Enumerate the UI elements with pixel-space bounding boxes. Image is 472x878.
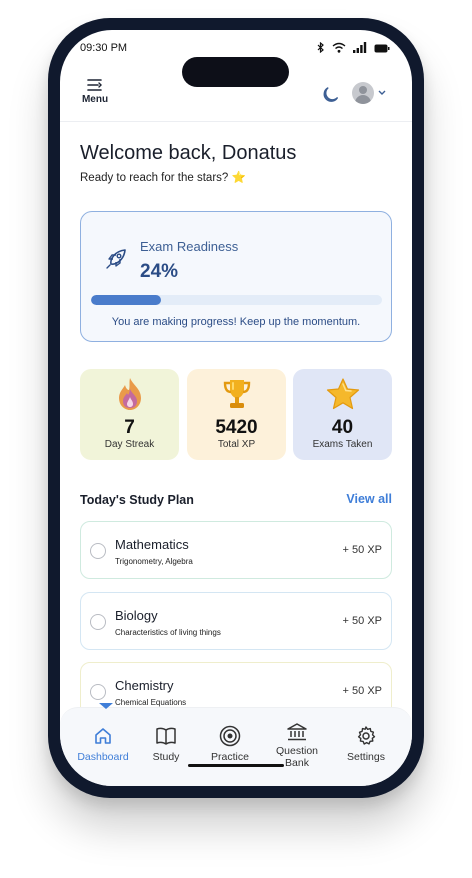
nav-label: Study bbox=[152, 751, 180, 763]
menu-button[interactable]: Menu bbox=[80, 78, 110, 105]
target-icon bbox=[205, 724, 255, 748]
menu-label: Menu bbox=[81, 94, 109, 105]
exam-readiness-card[interactable]: Exam Readiness 24% You are making progre… bbox=[80, 211, 392, 342]
stat-exams-taken[interactable]: 40 Exams Taken bbox=[293, 369, 392, 460]
chevron-down-icon bbox=[378, 90, 386, 95]
star-icon bbox=[293, 377, 392, 411]
trophy-icon bbox=[187, 377, 286, 411]
rocket-icon bbox=[106, 249, 126, 269]
readiness-progress-fill bbox=[91, 295, 161, 305]
task-checkbox[interactable] bbox=[90, 543, 106, 559]
task-xp: + 50 XP bbox=[342, 615, 382, 627]
task-title: Chemistry bbox=[115, 678, 174, 693]
task-title: Biology bbox=[115, 608, 158, 623]
bank-icon bbox=[270, 720, 324, 744]
study-task-item[interactable]: Biology Characteristics of living things… bbox=[80, 592, 392, 650]
nav-label-line1: Question bbox=[275, 745, 319, 757]
stat-label: Total XP bbox=[217, 439, 256, 450]
study-plan-title: Today's Study Plan bbox=[80, 493, 194, 507]
welcome-title: Welcome back, Donatus bbox=[80, 142, 297, 164]
study-task-item[interactable]: Mathematics Trigonometry, Algebra + 50 X… bbox=[80, 521, 392, 579]
readiness-label: Exam Readiness bbox=[140, 239, 239, 254]
active-tab-indicator bbox=[99, 703, 113, 709]
profile-menu-button[interactable] bbox=[352, 82, 386, 104]
status-icons bbox=[317, 40, 390, 58]
header-divider bbox=[60, 121, 412, 122]
nav-dashboard[interactable]: Dashboard bbox=[74, 724, 132, 764]
app-screen: 09:30 PM Menu Welcome back, Donatus Read… bbox=[60, 30, 412, 786]
nav-study[interactable]: Study bbox=[146, 724, 186, 764]
wifi-icon bbox=[332, 40, 346, 58]
nav-label: Dashboard bbox=[77, 751, 129, 763]
theme-toggle-button[interactable] bbox=[322, 84, 342, 109]
task-xp: + 50 XP bbox=[342, 544, 382, 556]
stat-day-streak[interactable]: 7 Day Streak bbox=[80, 369, 179, 460]
signal-icon bbox=[353, 40, 367, 58]
nav-practice[interactable]: Practice bbox=[205, 724, 255, 764]
task-subtitle: Trigonometry, Algebra bbox=[115, 557, 193, 566]
moon-icon bbox=[323, 87, 338, 102]
task-title: Mathematics bbox=[115, 537, 189, 552]
welcome-subtitle: Ready to reach for the stars? ⭐ bbox=[80, 172, 246, 184]
dynamic-island bbox=[182, 57, 289, 87]
home-icon bbox=[74, 724, 132, 748]
bottom-navigation: Dashboard Study Practice Question Bank S… bbox=[60, 703, 412, 786]
gear-icon bbox=[341, 724, 391, 748]
readiness-progress-bar bbox=[91, 295, 382, 305]
nav-label: Practice bbox=[211, 751, 249, 763]
task-xp: + 50 XP bbox=[342, 685, 382, 697]
book-icon bbox=[146, 724, 186, 748]
readiness-message: You are making progress! Keep up the mom… bbox=[111, 316, 361, 328]
stat-total-xp[interactable]: 5420 Total XP bbox=[187, 369, 286, 460]
task-checkbox[interactable] bbox=[90, 614, 106, 630]
battery-icon bbox=[374, 40, 390, 58]
task-subtitle: Chemical Equations bbox=[115, 698, 187, 707]
task-subtitle: Characteristics of living things bbox=[115, 628, 221, 637]
menu-icon bbox=[87, 79, 102, 91]
avatar bbox=[352, 82, 374, 104]
status-time: 09:30 PM bbox=[80, 42, 128, 54]
stat-value: 40 bbox=[331, 417, 354, 438]
stat-label: Exams Taken bbox=[312, 439, 373, 450]
task-checkbox[interactable] bbox=[90, 684, 106, 700]
nav-label: Settings bbox=[347, 751, 385, 763]
stat-label: Day Streak bbox=[104, 439, 155, 450]
nav-settings[interactable]: Settings bbox=[341, 724, 391, 764]
nav-question-bank[interactable]: Question Bank bbox=[270, 720, 324, 769]
home-indicator bbox=[188, 764, 284, 767]
stat-value: 7 bbox=[124, 417, 135, 438]
bluetooth-icon bbox=[317, 40, 325, 58]
readiness-value: 24% bbox=[140, 261, 179, 282]
flame-icon bbox=[80, 377, 179, 411]
stat-value: 5420 bbox=[215, 417, 258, 438]
view-all-link[interactable]: View all bbox=[346, 492, 392, 506]
